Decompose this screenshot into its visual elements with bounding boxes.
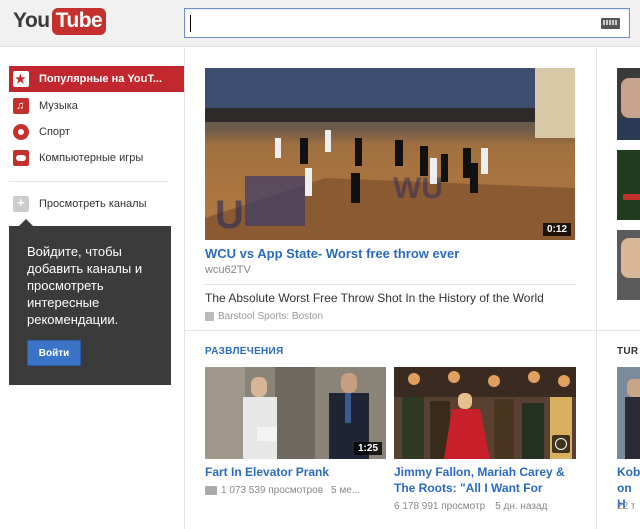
side-video-thumbnail[interactable] — [617, 150, 640, 220]
text-caret — [190, 15, 191, 32]
sidebar-item-sport[interactable]: Спорт — [9, 119, 184, 145]
section-title-right[interactable]: TUR — [617, 346, 638, 357]
masthead: You Tube — [0, 0, 640, 47]
related-video-title[interactable]: The Absolute Worst Free Throw Shot In th… — [205, 291, 544, 305]
duration-badge: 1:25 — [353, 442, 382, 455]
video-thumbnail[interactable] — [617, 367, 640, 459]
plus-icon — [13, 195, 29, 212]
sidebar-divider — [9, 181, 169, 182]
sidebar-item-browse-channels[interactable]: Просмотреть каналы — [9, 191, 184, 217]
signin-prompt-text: Войдите, чтобы добавить каналы и просмот… — [27, 244, 143, 327]
video-icon — [205, 486, 217, 495]
duration-badge: 0:12 — [542, 223, 571, 236]
logo-you-text: You — [13, 9, 50, 32]
divider — [205, 284, 576, 285]
view-count: 6 178 991 просмотр — [394, 501, 486, 512]
related-video-source: Barstool Sports: Boston — [205, 311, 323, 322]
sidebar-item-games[interactable]: Компьютерные игры — [9, 145, 184, 171]
keyboard-icon[interactable] — [601, 18, 620, 29]
headphones-icon — [13, 98, 29, 114]
sidebar-item-popular[interactable]: Популярные на YouT... — [9, 66, 184, 92]
featured-video-title[interactable]: WCU vs App State- Worst free throw ever — [205, 246, 459, 261]
fallon-carey-image — [394, 367, 576, 459]
video-meta: 1 073 539 просмотров 5 ме... — [205, 485, 360, 496]
side-video-thumbnail[interactable] — [617, 68, 640, 140]
sidebar-item-label: Популярные на YouT... — [39, 73, 163, 85]
sidebar-item-label: Просмотреть каналы — [39, 198, 147, 210]
ball-icon — [13, 124, 29, 140]
upload-age: 5 дн. назад — [495, 501, 548, 512]
sidebar-item-music[interactable]: Музыка — [9, 93, 184, 119]
sidebar-item-label: Спорт — [39, 126, 70, 138]
column-divider — [596, 48, 597, 529]
signin-button[interactable]: Войти — [27, 340, 81, 366]
svg-text:U: U — [215, 193, 244, 237]
featured-channel-name[interactable]: wcu62TV — [205, 264, 251, 276]
section-title-entertainment[interactable]: РАЗВЛЕЧЕНИЯ — [205, 346, 284, 357]
logo-tube-text: Tube — [51, 7, 107, 35]
section-divider — [185, 330, 640, 331]
signin-promo: Войдите, чтобы добавить каналы и просмот… — [9, 219, 171, 385]
sidebar-item-label: Компьютерные игры — [39, 152, 144, 164]
video-thumbnail[interactable] — [394, 367, 576, 459]
video-title[interactable]: Fart In Elevator Prank — [205, 464, 386, 480]
video-meta: 6 178 991 просмотр 5 дн. назад — [394, 501, 547, 512]
video-thumbnail[interactable]: 1:25 — [205, 367, 386, 459]
search-input[interactable] — [184, 8, 630, 38]
gamepad-icon — [13, 150, 29, 166]
upload-age: 22 т — [617, 501, 636, 512]
side-video-thumbnail[interactable] — [617, 230, 640, 300]
source-icon — [205, 312, 214, 321]
upload-age: 5 ме... — [331, 485, 361, 496]
clock-icon[interactable] — [552, 435, 570, 453]
basketball-court-image: U WU — [205, 68, 575, 240]
sidebar-item-label: Музыка — [39, 100, 78, 112]
star-icon — [13, 71, 29, 87]
view-count: 1 073 539 просмотров — [221, 485, 324, 496]
video-meta: 22 т — [617, 501, 640, 512]
source-name[interactable]: Barstool Sports: Boston — [218, 311, 323, 322]
featured-video-thumbnail[interactable]: U WU 0:12 — [205, 68, 575, 240]
youtube-logo[interactable]: You Tube — [13, 7, 107, 35]
video-title[interactable]: Jimmy Fallon, Mariah Carey & The Roots: … — [394, 464, 576, 496]
